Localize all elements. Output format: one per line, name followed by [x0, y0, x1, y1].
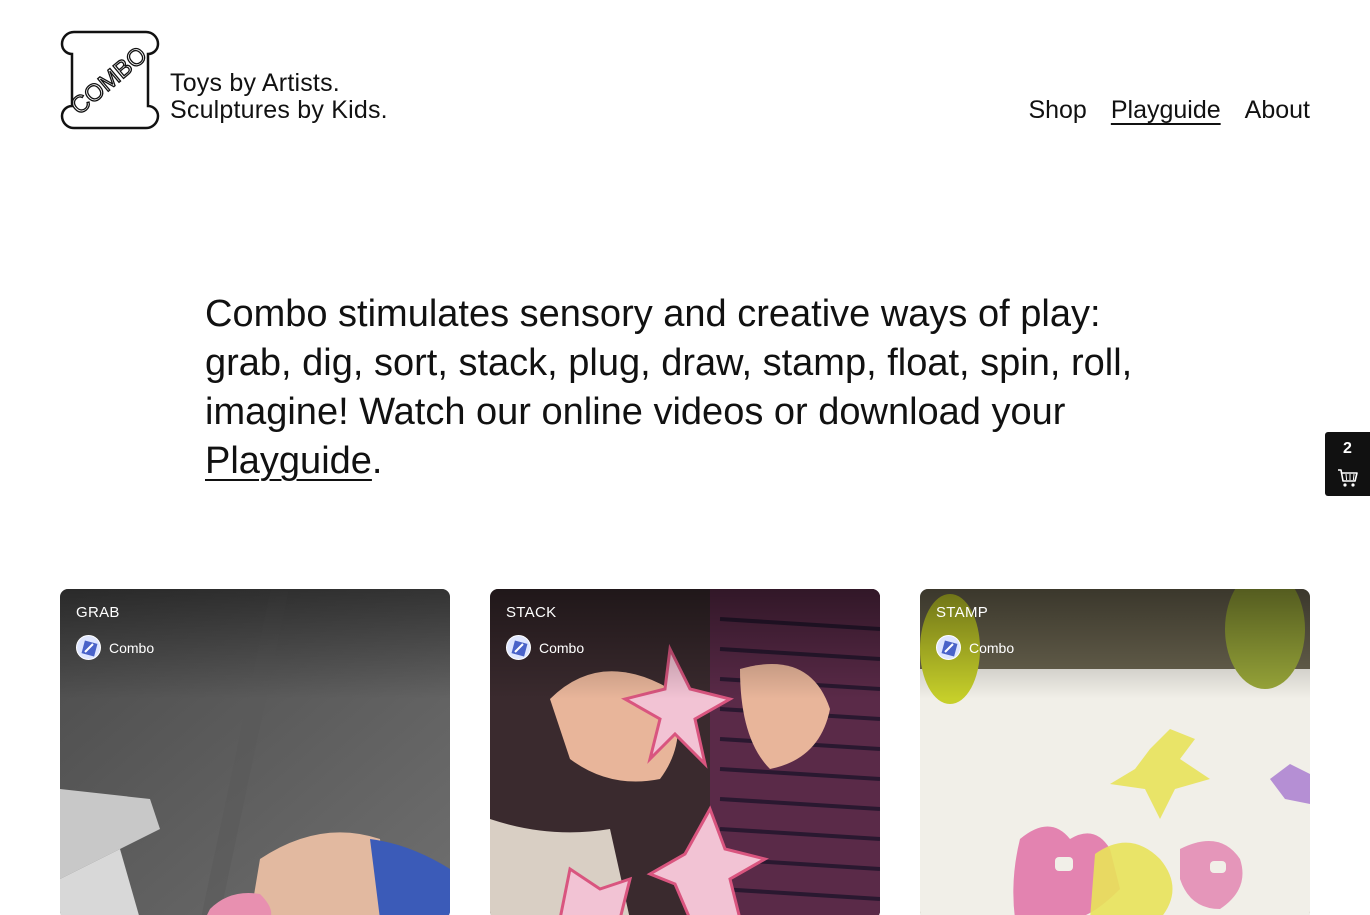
video-card-grab[interactable]: GRAB Combo	[60, 589, 450, 915]
channel-info[interactable]: Combo	[76, 635, 154, 660]
hero-intro: Combo stimulates sensory and creative wa…	[205, 290, 1165, 486]
cart-icon	[1338, 469, 1358, 487]
combo-logo[interactable]: COMBO	[60, 30, 160, 130]
channel-name: Combo	[109, 639, 155, 656]
video-title: GRAB	[76, 604, 120, 621]
hero-text: Combo stimulates sensory and creative wa…	[205, 293, 1133, 433]
playguide-link[interactable]: Playguide	[205, 440, 372, 482]
tagline: Toys by Artists. Sculptures by Kids.	[170, 70, 388, 124]
tagline-line-1: Toys by Artists.	[170, 69, 340, 97]
channel-name: Combo	[969, 639, 1015, 656]
channel-info[interactable]: Combo	[506, 635, 584, 660]
logo-text: COMBO	[66, 41, 153, 120]
video-title: STAMP	[936, 604, 989, 621]
nav-about[interactable]: About	[1245, 94, 1310, 126]
nav-shop[interactable]: Shop	[1028, 94, 1086, 126]
video-card-stack[interactable]: STACK Combo	[490, 589, 880, 915]
channel-info[interactable]: Combo	[936, 635, 1014, 660]
channel-avatar	[76, 635, 101, 660]
channel-avatar	[506, 635, 531, 660]
channel-avatar	[936, 635, 961, 660]
site-header: COMBO Toys by Artists. Sculptures by Kid…	[0, 0, 1370, 160]
video-grid: GRAB Combo STACK Combo STAMP Combo	[60, 589, 1310, 915]
cart-count: 2	[1343, 440, 1352, 457]
nav-playguide[interactable]: Playguide	[1111, 94, 1221, 126]
tagline-line-2: Sculptures by Kids.	[170, 96, 388, 124]
cart-button[interactable]: 2	[1325, 432, 1370, 496]
main-nav: Shop Playguide About	[1028, 94, 1310, 126]
channel-name: Combo	[539, 639, 585, 656]
hero-text-end: .	[371, 440, 383, 482]
video-title: STACK	[506, 604, 557, 621]
video-card-stamp[interactable]: STAMP Combo	[920, 589, 1310, 915]
